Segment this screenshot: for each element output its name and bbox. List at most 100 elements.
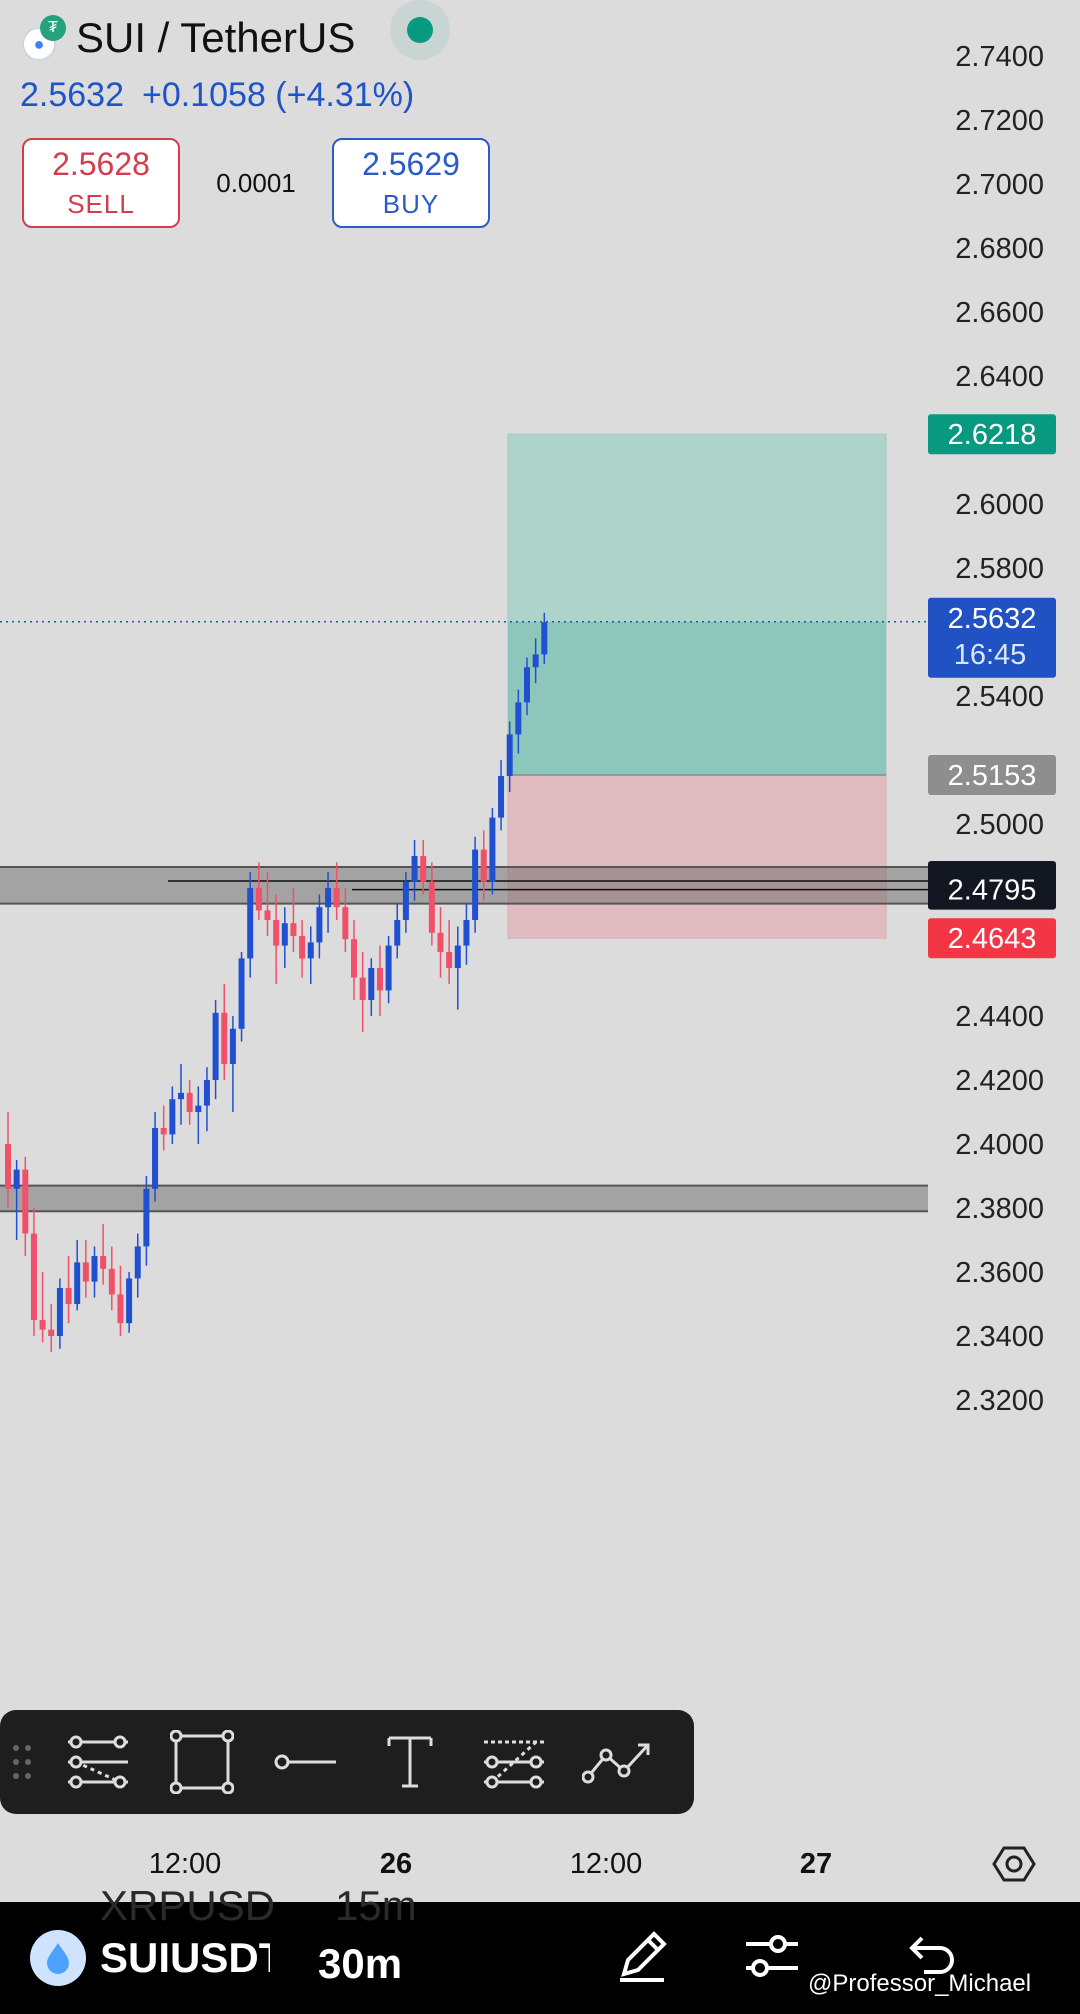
time-tick-label: 27 [800, 1848, 832, 1880]
candle-body [299, 936, 306, 959]
candle-body [480, 849, 487, 882]
tether-icon: ₮ [40, 15, 66, 41]
candle-body [212, 1012, 219, 1080]
candle-body [221, 1012, 228, 1064]
market-open-dot-icon [407, 17, 433, 43]
price-tick-label: 2.3800 [955, 1193, 1044, 1225]
price-tick-label: 2.5000 [955, 809, 1044, 841]
candle-body [74, 1262, 81, 1304]
buy-button[interactable]: 2.5629 BUY [332, 138, 490, 228]
countdown-label: 16:45 [954, 639, 1027, 671]
price-tick-label: 2.3400 [955, 1321, 1044, 1353]
candle-body [402, 881, 409, 920]
candle-body [428, 881, 435, 933]
fib-retracement-icon [484, 1740, 544, 1789]
price-tick-label: 2.6400 [955, 361, 1044, 393]
resistance-zone[interactable] [0, 866, 928, 904]
candle-body [411, 856, 418, 882]
chart-background [0, 0, 1080, 1900]
symbol-selector[interactable]: SUIUSDT [30, 1930, 270, 1986]
trade-panel: 2.5628 SELL 0.0001 2.5629 BUY [22, 138, 490, 228]
candle-body [134, 1246, 141, 1279]
stop-loss-zone[interactable] [507, 774, 887, 939]
trend-lines-icon [68, 1735, 128, 1789]
price-tick-label: 2.3200 [955, 1385, 1044, 1417]
watermark: @Professor_Michael [808, 1970, 1032, 1997]
price-tick-label: 2.4000 [955, 1129, 1044, 1161]
candle-body [152, 1128, 159, 1189]
candle-body [376, 968, 383, 991]
ghost-timeframe: 15m [335, 1882, 417, 1929]
rectangle-icon [170, 1730, 234, 1794]
sell-label: SELL [67, 189, 135, 219]
indicators-settings-icon[interactable] [742, 1926, 802, 1991]
candle-body [524, 667, 530, 703]
candle-body [22, 1169, 29, 1234]
candle-body [238, 958, 245, 1029]
candle-body [420, 856, 427, 882]
candle-body [5, 1144, 11, 1189]
candle-body [56, 1288, 63, 1336]
candle-body [178, 1092, 184, 1100]
ghost-previous-symbol: XRPUSD 15m [100, 1882, 417, 1930]
timeframe-selector[interactable]: 30m [318, 1940, 402, 1988]
price-tick-label: 2.5800 [955, 553, 1044, 585]
candle-body [359, 977, 366, 1000]
candle-body [264, 910, 271, 920]
candle-body [255, 888, 262, 911]
ghost-symbol: XRPUSD [100, 1882, 276, 1929]
candle-body [203, 1080, 210, 1106]
candle-body [342, 907, 349, 940]
sell-button[interactable]: 2.5628 SELL [22, 138, 180, 228]
path-icon [582, 1743, 650, 1784]
spread-value: 0.0001 [216, 167, 296, 198]
price-chart[interactable]: 2.7400 2.7200 2.7000 2.6800 2.6600 2.6400 2.60… [0, 0, 1080, 1900]
price-change-row: 2.5632 +0.1058 (+4.31%) [20, 76, 414, 115]
candle-body [541, 622, 548, 655]
text-tool[interactable] [358, 1710, 462, 1814]
candle-body [48, 1329, 55, 1336]
candle-body [13, 1169, 20, 1189]
candle-body [169, 1099, 176, 1135]
horizontal-line-tool[interactable] [254, 1710, 358, 1814]
candle-body [394, 920, 401, 946]
price-tick-label: 2.4400 [955, 1001, 1044, 1033]
fib-retracement-tool[interactable] [462, 1710, 566, 1814]
candle-body [446, 952, 453, 968]
draw-pencil-icon[interactable] [612, 1926, 672, 1991]
symbol-title[interactable]: SUI / TetherUS [76, 14, 355, 62]
buy-label: BUY [382, 189, 440, 219]
sui-logo-icon [30, 1930, 86, 1986]
candle-body [82, 1262, 89, 1282]
price-badge-label: 2.6218 [948, 419, 1037, 451]
drawing-toolbar [0, 1710, 694, 1814]
candle-body [506, 734, 513, 776]
price-tick-label: 2.6600 [955, 297, 1044, 329]
market-status-indicator[interactable] [390, 0, 450, 60]
rectangle-tool[interactable] [150, 1710, 254, 1814]
candle-body [333, 888, 340, 908]
price-tick-label: 2.7400 [955, 41, 1044, 73]
candle-body [229, 1028, 236, 1064]
candle-body [307, 942, 314, 959]
candle-body [195, 1105, 202, 1112]
candle-body [160, 1128, 167, 1135]
buy-price: 2.5629 [362, 146, 460, 182]
time-tick-label: 26 [380, 1848, 412, 1880]
candle-body [325, 888, 332, 908]
text-icon [387, 1736, 433, 1788]
time-tick-label: 12:00 [149, 1848, 222, 1880]
drag-handle-icon[interactable] [0, 1742, 46, 1782]
candle-body [489, 817, 496, 882]
candle-body [290, 923, 297, 936]
price-badge-label: 2.5153 [948, 760, 1037, 792]
support-zone[interactable] [0, 1185, 928, 1212]
path-tool[interactable] [566, 1710, 670, 1814]
candle-body [126, 1278, 133, 1324]
price-tick-label: 2.6000 [955, 489, 1044, 521]
candle-body [108, 1268, 115, 1295]
price-tick-label: 2.5400 [955, 681, 1044, 713]
price-tick-label: 2.4200 [955, 1065, 1044, 1097]
candle-body [368, 968, 375, 1000]
trend-lines-tool[interactable] [46, 1710, 150, 1814]
